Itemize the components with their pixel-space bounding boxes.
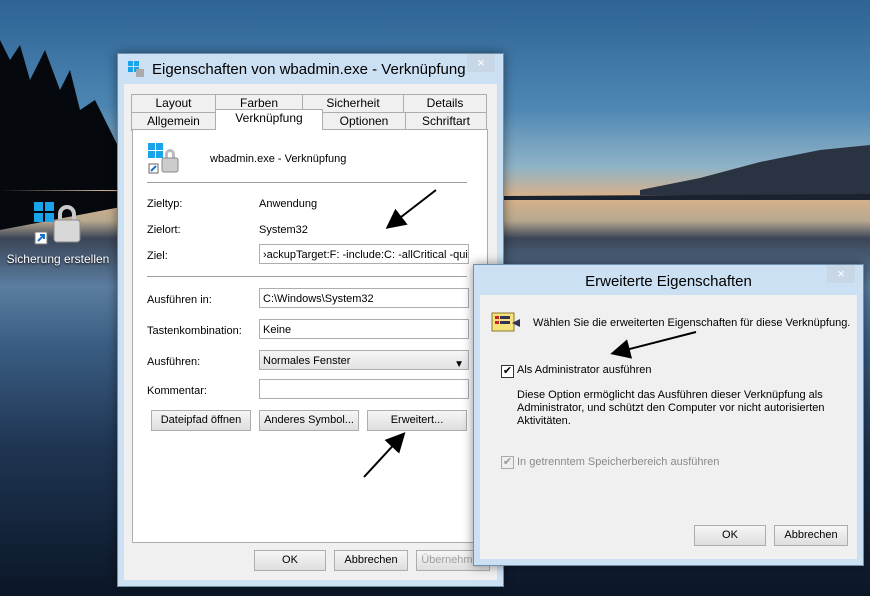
advanced-title: Erweiterte Eigenschaften (585, 273, 752, 290)
zielort-label: Zielort: (147, 224, 181, 236)
close-icon[interactable]: × (467, 54, 495, 72)
anderes-symbol-button[interactable]: Anderes Symbol... (259, 410, 359, 431)
desktop-icon-label: Sicherung erstellen (6, 252, 110, 266)
als-administrator-label: Als Administrator ausführen (517, 364, 652, 376)
divider (147, 182, 467, 183)
chevron-down-icon: ▼ (454, 359, 464, 370)
properties-titlebar[interactable]: Eigenschaften von wbadmin.exe - Verknüpf… (118, 54, 503, 84)
shortcut-name: wbadmin.exe - Verknüpfung (210, 153, 347, 165)
tab-verknuepfung[interactable]: Verknüpfung (215, 109, 323, 130)
ziel-input[interactable]: ›ackupTarget:F: -include:C: -allCritical… (259, 244, 469, 264)
ausfuehren-in-input[interactable]: C:\Windows\System32 (259, 288, 469, 308)
properties-client: Layout Farben Sicherheit Details Allgeme… (124, 84, 497, 580)
getrennter-speicher-checkbox[interactable]: ✔ (501, 456, 514, 469)
ausfuehren-select-value: Normales Fenster (263, 355, 351, 367)
abbrechen-button[interactable]: Abbrechen (774, 525, 848, 546)
shortcut-tab-page: wbadmin.exe - Verknüpfung Zieltyp: Anwen… (132, 129, 488, 543)
zieltyp-value: Anwendung (259, 198, 318, 210)
close-icon[interactable]: × (827, 265, 855, 283)
ausfuehren-select[interactable]: Normales Fenster ▼ (259, 350, 469, 370)
properties-icon (490, 311, 522, 335)
admin-description: Diese Option ermöglicht das Ausführen di… (517, 389, 825, 427)
advanced-titlebar[interactable]: Erweiterte Eigenschaften × (474, 265, 863, 295)
abbrechen-button[interactable]: Abbrechen (334, 550, 408, 571)
zieltyp-label: Zieltyp: (147, 198, 183, 210)
kommentar-label: Kommentar: (147, 385, 207, 397)
backup-app-icon (128, 61, 144, 77)
advanced-properties-window: Erweiterte Eigenschaften × Wählen Sie di… (473, 264, 864, 566)
checkmark-icon: ✔ (502, 365, 513, 377)
dateipfad-oeffnen-button[interactable]: Dateipfad öffnen (151, 410, 251, 431)
divider (147, 276, 467, 277)
tastenkombination-label: Tastenkombination: (147, 325, 242, 337)
checkmark-icon: ✔ (502, 456, 513, 468)
erweitert-button[interactable]: Erweitert... (367, 410, 467, 431)
getrennter-speicher-label: In getrenntem Speicherbereich ausführen (517, 456, 720, 468)
ausfuehren-in-label: Ausführen in: (147, 294, 212, 306)
zielort-value: System32 (259, 224, 308, 236)
ausfuehren-label: Ausführen: (147, 356, 201, 368)
tastenkombination-input[interactable]: Keine (259, 319, 469, 339)
properties-window: Eigenschaften von wbadmin.exe - Verknüpf… (117, 53, 504, 587)
ok-button[interactable]: OK (254, 550, 326, 571)
desktop-icon-sicherung[interactable]: Sicherung erstellen (4, 200, 112, 266)
shortcut-icon (147, 142, 181, 176)
backup-shortcut-icon (32, 200, 84, 248)
advanced-client: Wählen Sie die erweiterten Eigenschaften… (480, 295, 857, 559)
advanced-intro: Wählen Sie die erweiterten Eigenschaften… (533, 317, 851, 329)
als-administrator-checkbox[interactable]: ✔ (501, 365, 514, 378)
ziel-label: Ziel: (147, 250, 168, 262)
ok-button[interactable]: OK (694, 525, 766, 546)
kommentar-input[interactable] (259, 379, 469, 399)
tab-details[interactable]: Details (403, 94, 487, 113)
properties-title: Eigenschaften von wbadmin.exe - Verknüpf… (152, 61, 466, 78)
tab-layout[interactable]: Layout (131, 94, 216, 113)
